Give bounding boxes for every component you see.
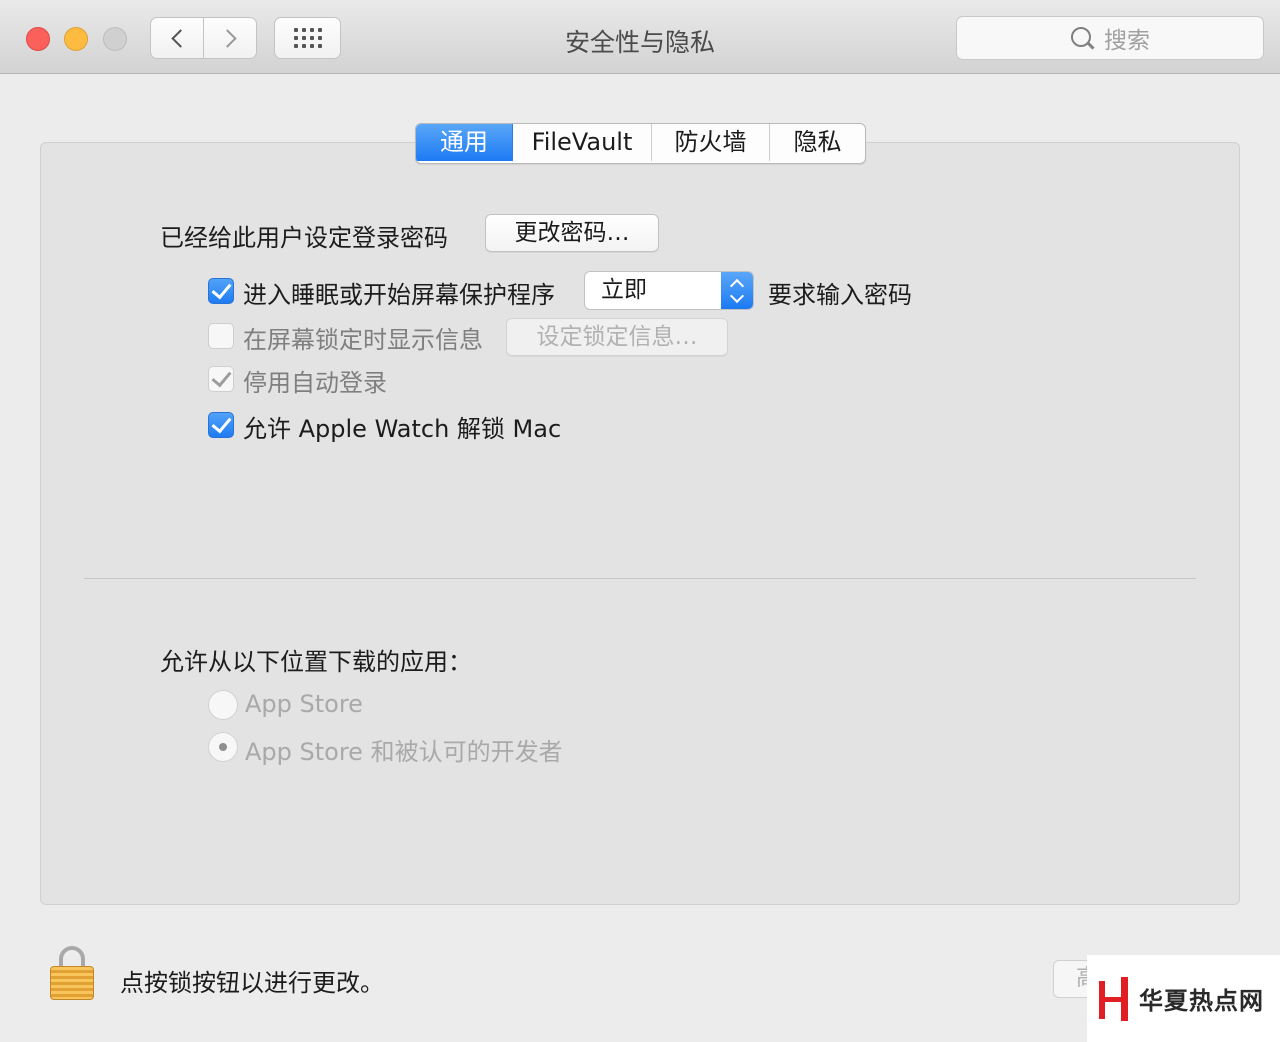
security-privacy-window: 安全性与隐私 搜索 通用 FileVault 防火墙 隐私 已经给此用户设定登录… — [0, 0, 1280, 1042]
zoom-button[interactable] — [103, 27, 127, 51]
minimize-button[interactable] — [64, 27, 88, 51]
titlebar: 安全性与隐私 搜索 — [0, 0, 1280, 74]
lock-icon[interactable] — [50, 946, 94, 1000]
tab-general[interactable]: 通用 — [416, 124, 513, 161]
show-all-button[interactable] — [274, 17, 341, 59]
chevron-left-icon — [170, 28, 190, 48]
tab-bar: 通用 FileVault 防火墙 隐私 — [415, 123, 866, 164]
radio-app-store-identified-label: App Store 和被认可的开发者 — [245, 738, 563, 766]
show-lock-message-checkbox[interactable] — [208, 323, 234, 349]
chevron-right-icon — [217, 28, 237, 48]
forward-button[interactable] — [204, 17, 257, 59]
downloads-heading: 允许从以下位置下载的应用： — [160, 648, 472, 676]
watermark-logo-icon — [1099, 976, 1131, 1021]
popup-arrows-icon — [721, 272, 753, 309]
grid-icon — [293, 28, 322, 48]
watermark: 华夏热点网 — [1087, 955, 1280, 1042]
require-password-suffix: 要求输入密码 — [768, 281, 912, 309]
change-password-button[interactable]: 更改密码… — [485, 214, 659, 252]
set-lock-message-button[interactable]: 设定锁定信息… — [506, 318, 728, 356]
popup-selected-value: 立即 — [601, 277, 647, 303]
lock-hint-text: 点按锁按钮以进行更改。 — [120, 969, 384, 997]
apple-watch-unlock-checkbox[interactable] — [208, 412, 234, 438]
search-placeholder: 搜索 — [1104, 28, 1150, 54]
require-password-delay-popup[interactable]: 立即 — [584, 271, 754, 310]
radio-app-store-label: App Store — [245, 690, 363, 718]
apple-watch-unlock-label: 允许 Apple Watch 解锁 Mac — [243, 415, 562, 443]
disable-auto-login-label: 停用自动登录 — [243, 369, 387, 397]
require-password-checkbox[interactable] — [208, 278, 234, 304]
tab-privacy[interactable]: 隐私 — [770, 124, 865, 161]
back-button[interactable] — [150, 17, 204, 59]
watermark-text: 华夏热点网 — [1139, 986, 1264, 1015]
tab-panel — [40, 142, 1240, 905]
close-button[interactable] — [26, 27, 50, 51]
checkmark-icon — [211, 278, 231, 300]
search-icon — [1070, 26, 1094, 50]
search-field[interactable]: 搜索 — [956, 16, 1264, 60]
checkmark-icon — [211, 366, 231, 388]
radio-app-store-identified[interactable] — [208, 732, 238, 762]
disable-auto-login-checkbox[interactable] — [208, 366, 234, 392]
section-divider — [84, 578, 1196, 579]
show-lock-message-label: 在屏幕锁定时显示信息 — [243, 326, 483, 354]
checkmark-icon — [211, 412, 231, 434]
require-password-label: 进入睡眠或开始屏幕保护程序 — [243, 281, 555, 309]
radio-app-store[interactable] — [208, 690, 238, 720]
password-set-label: 已经给此用户设定登录密码 — [160, 224, 448, 252]
tab-firewall[interactable]: 防火墙 — [652, 124, 770, 161]
tab-filevault[interactable]: FileVault — [513, 124, 652, 161]
